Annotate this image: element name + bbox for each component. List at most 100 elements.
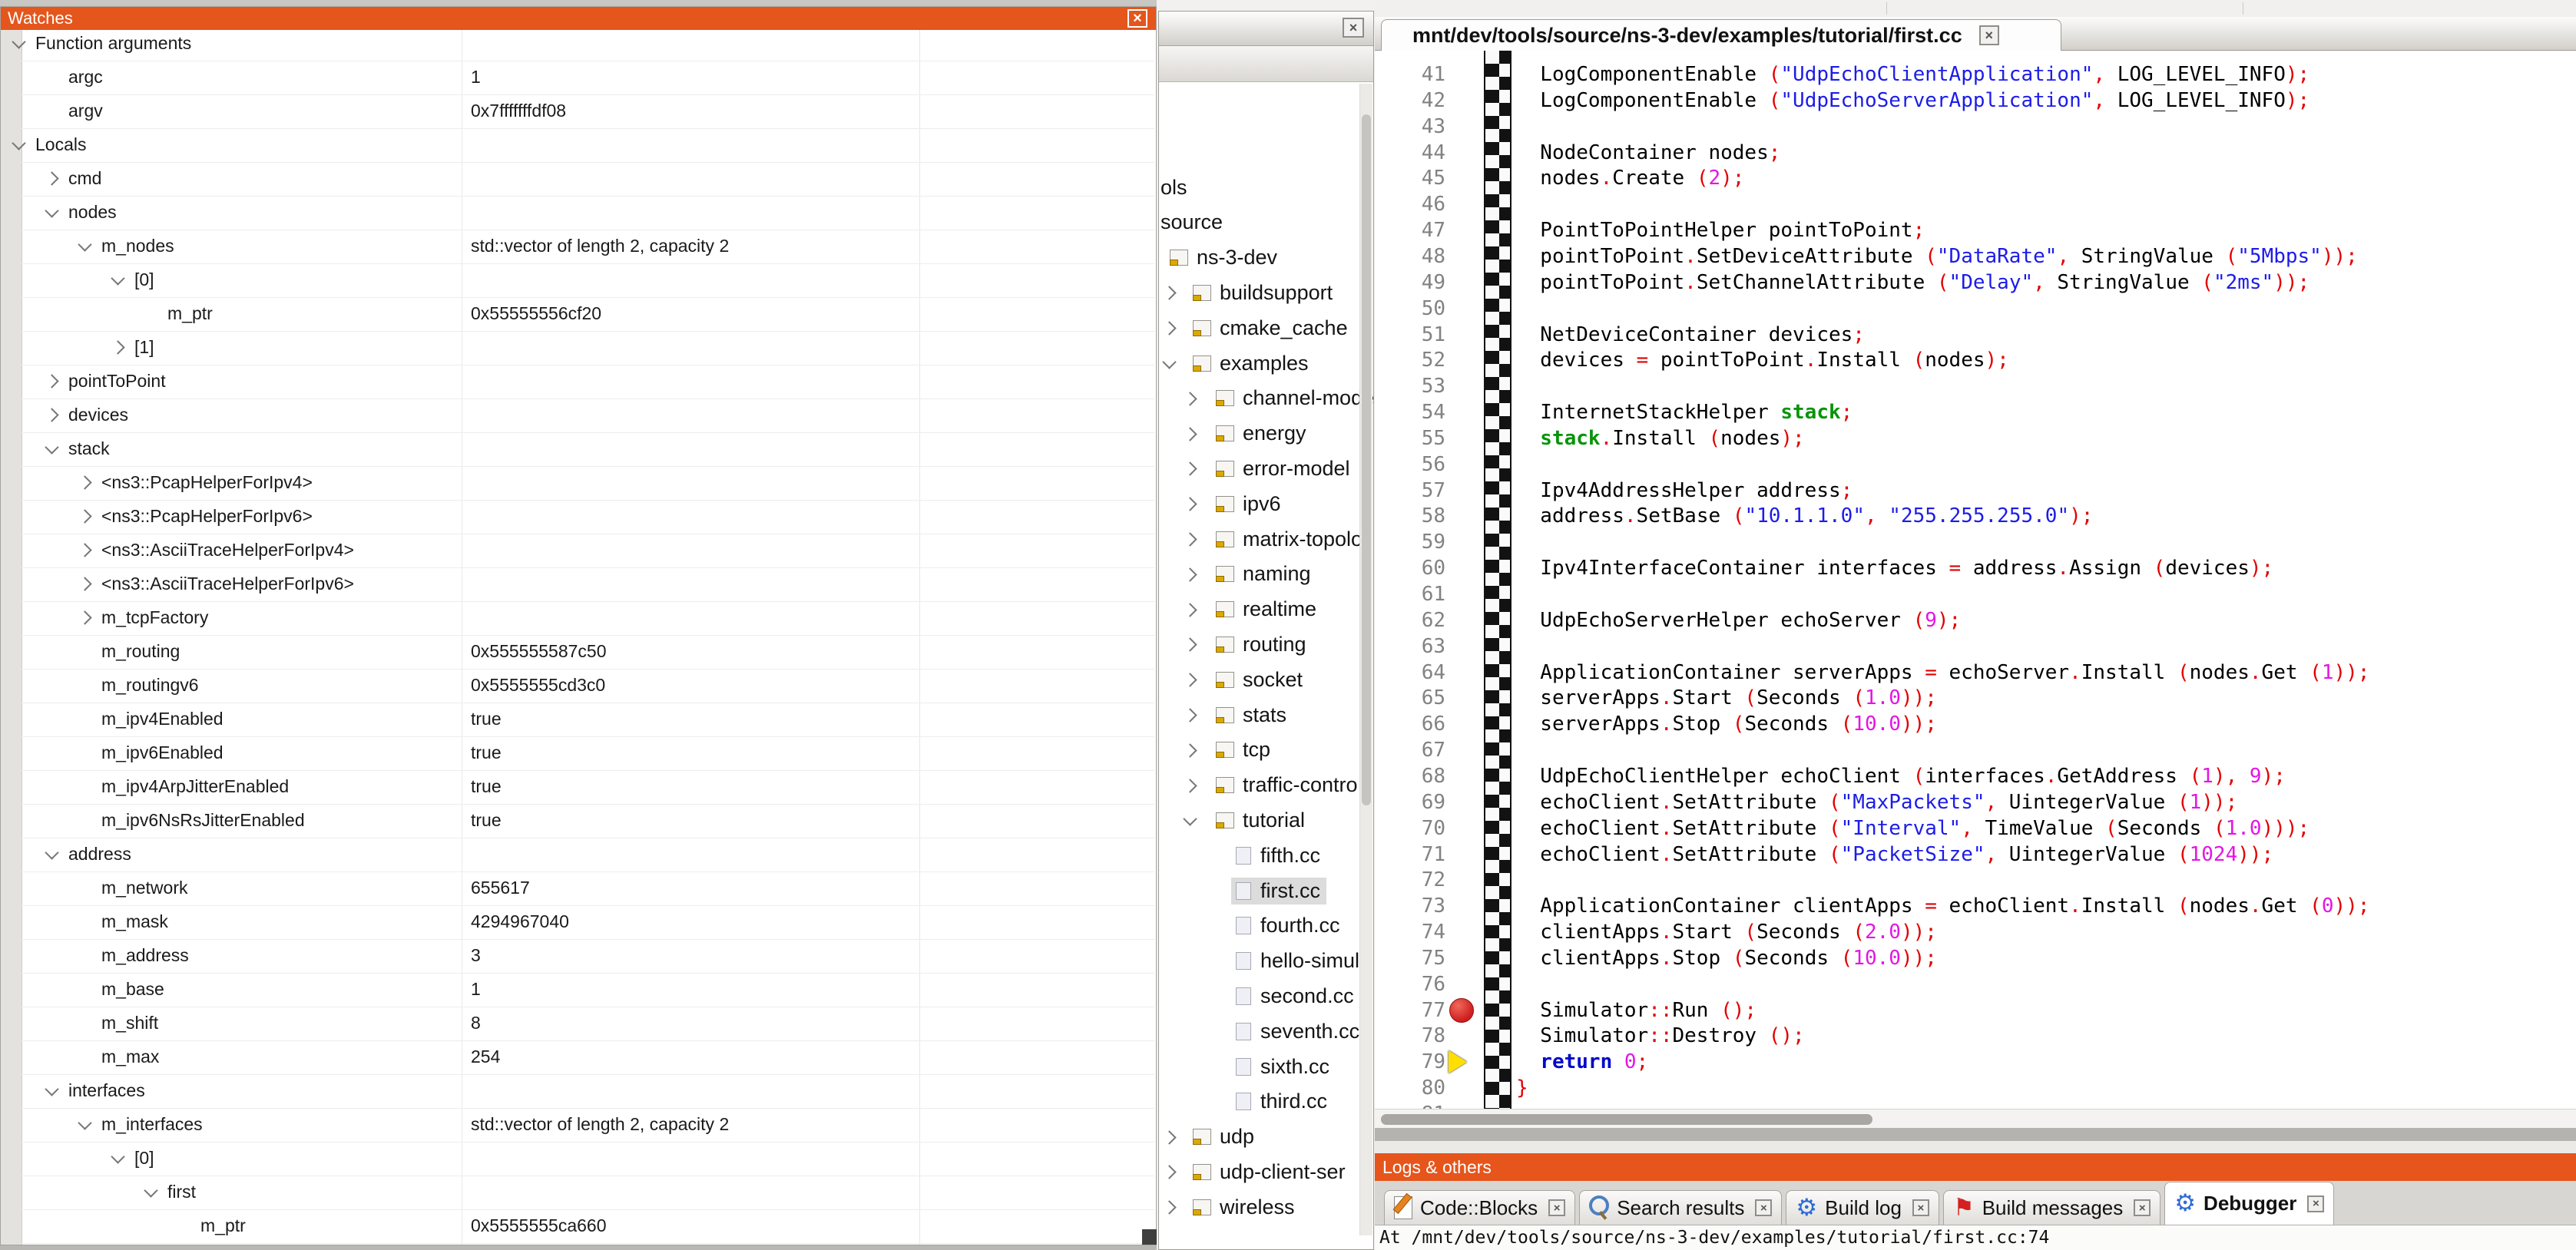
- project-tree-scrollbar-thumb[interactable]: [1362, 114, 1371, 805]
- line-number-74[interactable]: 74: [1375, 919, 1445, 945]
- line-number-80[interactable]: 80: [1375, 1075, 1445, 1101]
- watch-row-m_interfaces[interactable]: m_interfacesstd::vector of length 2, cap…: [22, 1109, 1154, 1143]
- code-line-66[interactable]: serverApps.Stop (Seconds (10.0));: [1516, 711, 1937, 737]
- tree-item-content[interactable]: ipv6: [1211, 491, 1287, 518]
- watch-row-m_max[interactable]: m_max254: [22, 1041, 1154, 1075]
- watch-row-m_mask[interactable]: m_mask4294967040: [22, 906, 1154, 940]
- tree-item-content[interactable]: traffic-contro: [1211, 772, 1364, 799]
- line-number-51[interactable]: 51: [1375, 322, 1445, 348]
- watch-row-devices[interactable]: devices: [22, 399, 1154, 433]
- editor-tab-first-cc[interactable]: mnt/dev/tools/source/ns-3-dev/examples/t…: [1381, 19, 2061, 51]
- tree-item-content[interactable]: error-model: [1211, 455, 1356, 482]
- code-line-78[interactable]: Simulator::Destroy ();: [1516, 1023, 1805, 1049]
- logs-tab-build-messages[interactable]: ⚑Build messages×: [1943, 1190, 2160, 1225]
- code-line-68[interactable]: UdpEchoClientHelper echoClient (interfac…: [1516, 763, 2286, 789]
- tree-item-content[interactable]: buildsupport: [1188, 279, 1339, 306]
- code-line-79[interactable]: return 0;: [1516, 1049, 1648, 1075]
- watch-row-Locals[interactable]: Locals: [22, 129, 1154, 163]
- expand-icon[interactable]: [45, 171, 58, 185]
- code-line-58[interactable]: address.SetBase ("10.1.1.0", "255.255.25…: [1516, 503, 2093, 529]
- tree-item-content[interactable]: hello-simul: [1231, 947, 1366, 974]
- watch-row-[0][interactable]: [0]: [22, 264, 1154, 298]
- tree-item-third.cc[interactable]: third.cc: [1159, 1086, 1373, 1118]
- line-number-67[interactable]: 67: [1375, 737, 1445, 763]
- expand-icon[interactable]: [1183, 462, 1197, 476]
- collapse-icon[interactable]: [1183, 812, 1197, 826]
- tree-item-energy[interactable]: energy: [1159, 418, 1373, 450]
- line-number-59[interactable]: 59: [1375, 529, 1445, 555]
- expand-icon[interactable]: [1183, 603, 1197, 617]
- editor-horizontal-scrollbar[interactable]: [1375, 1109, 2576, 1128]
- line-number-72[interactable]: 72: [1375, 867, 1445, 893]
- line-number-60[interactable]: 60: [1375, 555, 1445, 581]
- tab-close-button[interactable]: ×: [1548, 1199, 1565, 1216]
- line-number-70[interactable]: 70: [1375, 815, 1445, 842]
- expand-icon[interactable]: [1162, 1166, 1176, 1179]
- watch-row-address[interactable]: address: [22, 838, 1154, 872]
- tab-close-button[interactable]: ×: [1755, 1199, 1772, 1216]
- tree-item-fifth.cc[interactable]: fifth.cc: [1159, 839, 1373, 871]
- tree-item-wireless[interactable]: wireless: [1159, 1191, 1373, 1223]
- code-line-80[interactable]: }: [1516, 1075, 1528, 1101]
- expand-icon[interactable]: [78, 543, 91, 557]
- tree-item-content[interactable]: udp: [1188, 1123, 1260, 1150]
- line-number-46[interactable]: 46: [1375, 191, 1445, 217]
- collapse-icon[interactable]: [45, 440, 58, 454]
- tree-item-sixth.cc[interactable]: sixth.cc: [1159, 1050, 1373, 1083]
- line-number-50[interactable]: 50: [1375, 296, 1445, 322]
- expand-icon[interactable]: [1183, 497, 1197, 511]
- code-line-55[interactable]: stack.Install (nodes);: [1516, 425, 1805, 451]
- line-number-48[interactable]: 48: [1375, 243, 1445, 270]
- watch-row-argc[interactable]: argc1: [22, 61, 1154, 95]
- tree-item-fourth.cc[interactable]: fourth.cc: [1159, 910, 1373, 942]
- tree-item-content[interactable]: realtime: [1211, 596, 1323, 623]
- watch-row-pointToPoint[interactable]: pointToPoint: [22, 365, 1154, 399]
- line-number-63[interactable]: 63: [1375, 633, 1445, 660]
- tree-item-hello-simul[interactable]: hello-simul: [1159, 945, 1373, 977]
- expand-icon[interactable]: [45, 408, 58, 422]
- logs-tab-search-results[interactable]: Search results×: [1579, 1190, 1782, 1225]
- watch-row-cmd[interactable]: cmd: [22, 163, 1154, 197]
- code-line-45[interactable]: nodes.Create (2);: [1516, 165, 1744, 191]
- management-tabstrip[interactable]: [1159, 46, 1373, 82]
- code-line-64[interactable]: ApplicationContainer serverApps = echoSe…: [1516, 660, 2369, 686]
- line-number-62[interactable]: 62: [1375, 607, 1445, 633]
- watch-row-<ns3::AsciiTraceHelperForIpv6>[interactable]: <ns3::AsciiTraceHelperForIpv6>: [22, 568, 1154, 602]
- code-line-49[interactable]: pointToPoint.SetChannelAttribute ("Delay…: [1516, 270, 2309, 296]
- tree-item-content[interactable]: matrix-topolo: [1211, 526, 1369, 553]
- tree-item-content[interactable]: routing: [1211, 631, 1313, 658]
- watch-row-m_ipv4ArpJitterEnabled[interactable]: m_ipv4ArpJitterEnabledtrue: [22, 771, 1154, 805]
- code-line-75[interactable]: clientApps.Stop (Seconds (10.0));: [1516, 945, 1937, 971]
- watch-row-[1][interactable]: [1]: [22, 332, 1154, 365]
- code-area[interactable]: 4142434445464748495051525354555657585960…: [1375, 51, 2576, 1109]
- tree-item-content[interactable]: udp-client-ser: [1188, 1159, 1352, 1186]
- line-number-47[interactable]: 47: [1375, 217, 1445, 243]
- expand-icon[interactable]: [1183, 779, 1197, 792]
- code-line-54[interactable]: InternetStackHelper stack;: [1516, 399, 1853, 425]
- code-line-41[interactable]: LogComponentEnable ("UdpEchoClientApplic…: [1516, 61, 2309, 88]
- breakpoint-margin[interactable]: [1484, 51, 1511, 1109]
- line-number-78[interactable]: 78: [1375, 1023, 1445, 1049]
- expand-icon[interactable]: [1183, 673, 1197, 686]
- watch-row-Function arguments[interactable]: Function arguments: [22, 28, 1154, 61]
- watch-row-interfaces[interactable]: interfaces: [22, 1075, 1154, 1109]
- line-number-57[interactable]: 57: [1375, 478, 1445, 504]
- tree-item-udp[interactable]: udp: [1159, 1121, 1373, 1153]
- watch-row-m_routingv6[interactable]: m_routingv60x5555555cd3c0: [22, 670, 1154, 703]
- tree-item-traffic-contro[interactable]: traffic-contro: [1159, 769, 1373, 802]
- watch-row-nodes[interactable]: nodes: [22, 197, 1154, 230]
- line-number-56[interactable]: 56: [1375, 451, 1445, 478]
- tree-item-ns-3-dev[interactable]: ns-3-dev: [1159, 242, 1373, 274]
- tab-close-button[interactable]: ×: [1912, 1199, 1929, 1216]
- collapse-icon[interactable]: [78, 237, 91, 251]
- tree-item-naming[interactable]: naming: [1159, 558, 1373, 590]
- line-number-54[interactable]: 54: [1375, 399, 1445, 425]
- expand-icon[interactable]: [45, 374, 58, 388]
- line-number-76[interactable]: 76: [1375, 971, 1445, 997]
- line-number-41[interactable]: 41: [1375, 61, 1445, 88]
- project-tree-scrollbar[interactable]: [1359, 84, 1372, 1235]
- tree-item-ipv6[interactable]: ipv6: [1159, 488, 1373, 520]
- tree-item-content[interactable]: source: [1159, 209, 1229, 236]
- tree-item-routing[interactable]: routing: [1159, 628, 1373, 660]
- watch-row-m_address[interactable]: m_address3: [22, 940, 1154, 974]
